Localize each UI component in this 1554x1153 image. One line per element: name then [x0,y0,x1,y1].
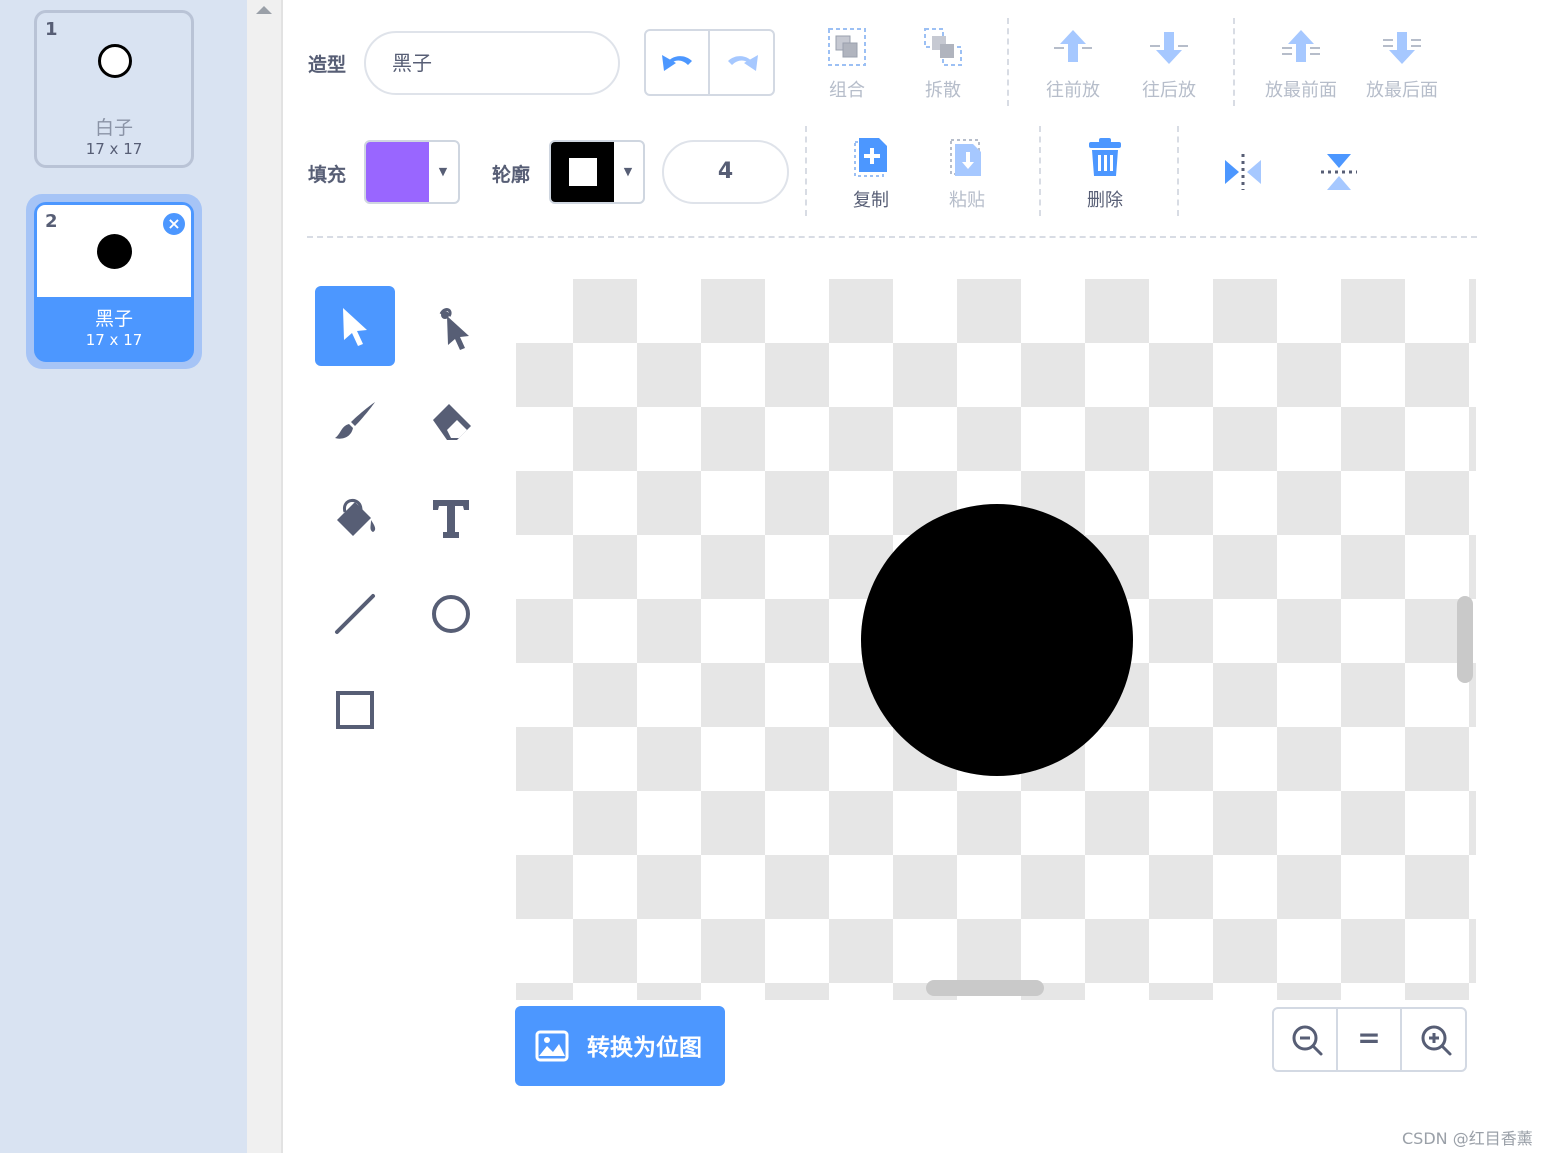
undo-icon [662,55,692,71]
reshape-cursor-icon [439,308,469,350]
costume-list-scrollbar[interactable] [247,0,283,1153]
text-icon [433,500,469,538]
copy-label: 复制 [853,190,889,211]
line-tool[interactable] [315,574,395,654]
paint-editor: 1 白子 17 x 17 2 × 黑子 17 x 17 造型 黑子 组合 拆散 … [0,0,1554,1153]
backward-button[interactable]: 往后放 [1136,26,1202,102]
zoom-reset-button[interactable]: = [1338,1009,1402,1070]
zoom-reset-label: = [1357,1021,1381,1054]
ungroup-button[interactable]: 拆散 [914,26,972,102]
zoom-out-button[interactable] [1274,1009,1338,1070]
paste-icon [950,139,981,176]
toolbar-divider [307,236,1477,238]
brush-icon [335,402,375,439]
group-icon [828,28,866,66]
scroll-up-arrow-icon[interactable] [256,6,272,14]
circle-icon [432,595,470,633]
zoom-in-button[interactable] [1403,1009,1467,1070]
costume-list: 1 白子 17 x 17 2 × 黑子 17 x 17 [0,0,247,1153]
to-front-icon [1282,30,1320,62]
delete-label: 删除 [1087,190,1123,211]
undo-redo-group [644,29,775,96]
rectangle-tool[interactable] [315,670,395,750]
flip-horizontal-button[interactable] [1220,150,1266,194]
flip-vertical-icon [1321,154,1357,190]
toolbar-separator [805,126,807,216]
ungroup-label: 拆散 [925,80,961,101]
backward-icon [1150,32,1188,64]
costume-item-2[interactable]: 2 × 黑子 17 x 17 [34,202,194,362]
reshape-tool[interactable] [411,286,491,366]
outline-label: 轮廓 [492,164,531,186]
costume-name-input[interactable]: 黑子 [364,31,620,95]
costume-label: 造型 [308,54,347,76]
outline-color-swatch [551,142,614,202]
fill-color-swatch [366,142,429,202]
to-back-label: 放最后面 [1366,80,1438,101]
toolbar-separator [1177,126,1179,216]
costume-name: 黑子 [94,308,133,330]
copy-icon [854,138,887,177]
eraser-icon [433,404,471,440]
costume-item-1[interactable]: 1 白子 17 x 17 [34,10,194,168]
group-label: 组合 [829,80,865,101]
image-icon [535,1030,569,1062]
line-icon [335,594,375,634]
chevron-down-icon: ▼ [623,165,633,178]
watermark-text: CSDN @红目香薰 [1402,1129,1533,1148]
group-button[interactable]: 组合 [818,26,876,102]
select-tool[interactable] [315,286,395,366]
backward-label: 往后放 [1142,80,1196,101]
convert-label: 转换为位图 [587,1034,702,1061]
costume-size: 17 x 17 [85,331,143,349]
canvas-vertical-scrollbar[interactable] [1457,596,1473,683]
zoom-out-icon [1292,1025,1323,1056]
zoom-in-icon [1421,1025,1452,1056]
costume-thumbnail [37,13,191,109]
ungroup-icon [924,28,962,66]
zoom-controls: = [1272,1007,1467,1072]
forward-icon [1054,30,1092,62]
paste-button[interactable]: 粘贴 [938,136,996,212]
black-circle-shape[interactable] [861,504,1133,776]
delete-costume-icon[interactable]: × [161,211,187,237]
paint-bucket-icon [337,499,376,536]
to-back-button[interactable]: 放最后面 [1359,26,1445,102]
flip-horizontal-icon [1225,154,1261,190]
undo-button[interactable] [646,31,710,94]
paste-label: 粘贴 [949,190,985,211]
paint-canvas[interactable] [516,279,1476,1000]
to-back-icon [1383,32,1421,64]
outline-width-input[interactable]: 4 [662,140,789,204]
eraser-tool[interactable] [411,382,491,462]
costume-size: 17 x 17 [85,140,143,158]
to-front-label: 放最前面 [1265,80,1337,101]
arrow-cursor-icon [343,308,367,346]
redo-icon [728,55,758,71]
costume-number: 2 [45,211,58,232]
rectangle-icon [336,691,374,729]
fill-tool[interactable] [315,478,395,558]
text-tool[interactable] [411,478,491,558]
toolbar-separator [1039,126,1041,216]
copy-button[interactable]: 复制 [842,136,900,212]
delete-button[interactable]: 删除 [1076,136,1134,212]
forward-button[interactable]: 往前放 [1040,26,1106,102]
toolbar-separator [1007,18,1009,106]
canvas-horizontal-scrollbar[interactable] [926,980,1044,996]
toolbar-separator [1233,18,1235,106]
brush-tool[interactable] [315,382,395,462]
costume-name: 白子 [94,117,133,139]
circle-tool[interactable] [411,574,491,654]
flip-vertical-button[interactable] [1316,150,1362,194]
redo-button[interactable] [710,31,774,94]
fill-color-picker[interactable]: ▼ [364,140,460,204]
chevron-down-icon: ▼ [438,165,448,178]
fill-label: 填充 [308,164,347,186]
convert-to-bitmap-button[interactable]: 转换为位图 [515,1006,725,1086]
outline-color-picker[interactable]: ▼ [549,140,645,204]
to-front-button[interactable]: 放最前面 [1258,26,1344,102]
forward-label: 往前放 [1046,80,1100,101]
trash-icon [1089,138,1121,176]
